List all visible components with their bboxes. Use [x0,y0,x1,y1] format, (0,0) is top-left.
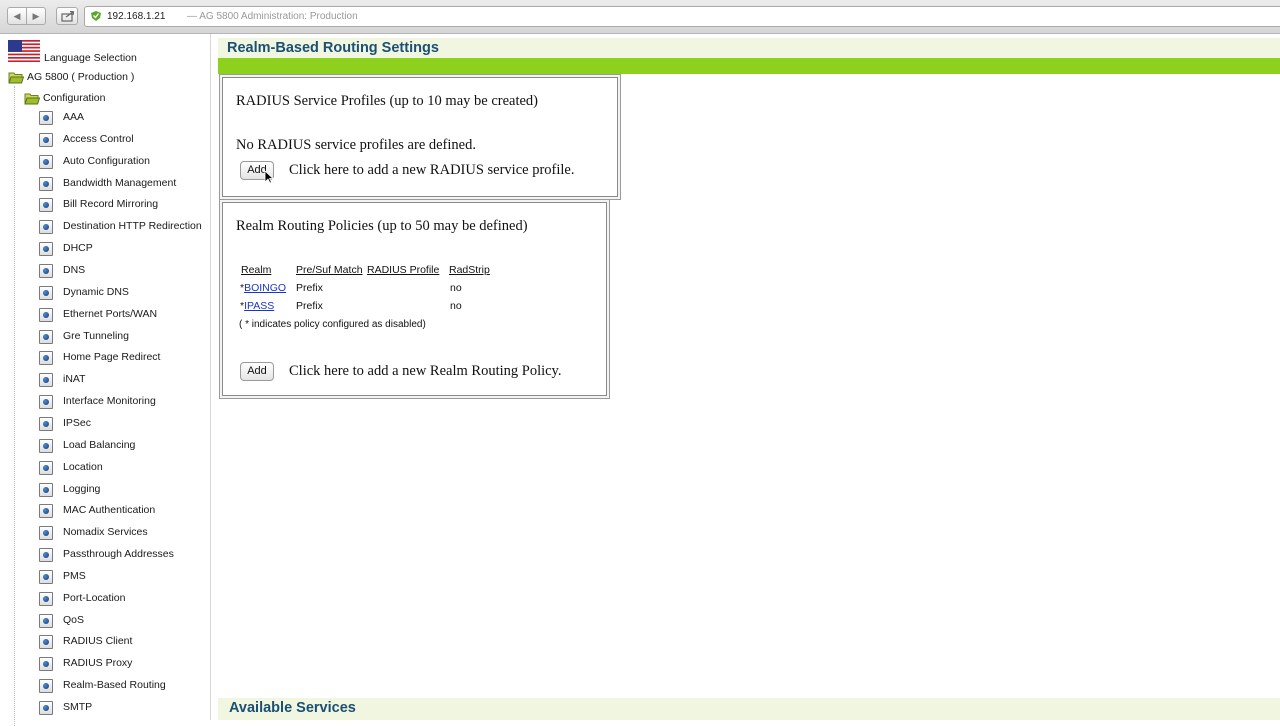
page-icon [39,220,53,234]
page-icon [39,592,53,606]
back-button[interactable]: ◀ [7,7,27,25]
page-icon [39,155,53,169]
match-cell: Prefix [296,300,323,312]
radstrip-cell: no [450,282,462,294]
folder-open-icon [8,72,24,84]
page-icon [39,657,53,671]
page-icon [39,198,53,212]
mouse-cursor-icon [264,170,274,184]
services-header-bar [218,698,1280,720]
tree-root-label: AG 5800 ( Production ) [27,71,135,83]
disabled-note: ( * indicates policy configured as disab… [239,319,426,330]
url-text: 192.168.1.21 [107,11,166,22]
page-icon [39,242,53,256]
col-header-radius-profile[interactable]: RADIUS Profile [367,264,439,276]
realm-cell: *IPASS [240,300,274,312]
match-cell: Prefix [296,282,323,294]
page-icon [39,635,53,649]
page-icon [39,330,53,344]
page-icon [39,133,53,147]
language-selection-link[interactable]: Language Selection [44,52,137,64]
col-header-realm[interactable]: Realm [241,264,271,276]
share-icon [61,10,75,22]
realm-panel-title: Realm Routing Policies (up to 50 may be … [236,218,528,234]
page-icon [39,614,53,628]
tree-guide-line [14,86,15,726]
page-icon [39,308,53,322]
realm-link-boingo[interactable]: BOINGO [244,282,286,294]
page-icon [39,351,53,365]
page-icon [39,395,53,409]
page-icon [39,373,53,387]
realm-cell: *BOINGO [240,282,286,294]
radstrip-cell: no [450,300,462,312]
page-icon [39,264,53,278]
available-services-title: Available Services [229,700,356,716]
sidebar: Language Selection AG 5800 ( Production … [0,34,211,726]
page-icon [39,439,53,453]
us-flag-icon[interactable] [8,40,40,62]
accent-bar [218,58,1280,74]
add-realm-policy-text: Click here to add a new Realm Routing Po… [289,363,562,379]
page-icon [39,286,53,300]
site-shield-icon [91,11,101,21]
page-icon [39,177,53,191]
col-header-radstrip[interactable]: RadStrip [449,264,490,276]
tree-configuration[interactable]: Configuration [24,90,105,106]
realm-policies-panel: Realm Routing Policies (up to 50 may be … [222,202,607,396]
tree-configuration-label: Configuration [43,92,106,104]
page-icon [39,548,53,562]
folder-open-icon [24,93,40,105]
page-title-text: — AG 5800 Administration: Production [187,11,358,22]
page-title: Realm-Based Routing Settings [227,40,439,56]
browser-toolbar: ◀ ▶ 192.168.1.21 — AG 5800 Administratio… [0,0,1280,34]
radius-panel-title: RADIUS Service Profiles (up to 10 may be… [236,93,539,109]
page-icon [39,701,53,715]
page-icon [39,417,53,431]
page-icon [39,526,53,540]
tree-root[interactable]: AG 5800 ( Production ) [8,69,134,85]
col-header-match[interactable]: Pre/Suf Match [296,264,363,276]
main-content: Realm-Based Routing Settings RADIUS Serv… [211,34,1280,720]
radius-profiles-panel: RADIUS Service Profiles (up to 10 may be… [222,77,618,197]
page-icon [39,504,53,518]
share-button[interactable] [56,7,78,25]
add-radius-profile-text: Click here to add a new RADIUS service p… [289,162,575,178]
page-icon [39,570,53,584]
realm-link-ipass[interactable]: IPASS [244,300,274,312]
forward-button[interactable]: ▶ [26,7,46,25]
page-icon [39,111,53,125]
radius-empty-text: No RADIUS service profiles are defined. [236,137,476,153]
page-icon [39,461,53,475]
address-bar[interactable]: 192.168.1.21 — AG 5800 Administration: P… [84,6,1280,27]
page-icon [39,679,53,693]
page-icon [39,483,53,497]
add-realm-policy-button[interactable]: Add [240,362,274,381]
